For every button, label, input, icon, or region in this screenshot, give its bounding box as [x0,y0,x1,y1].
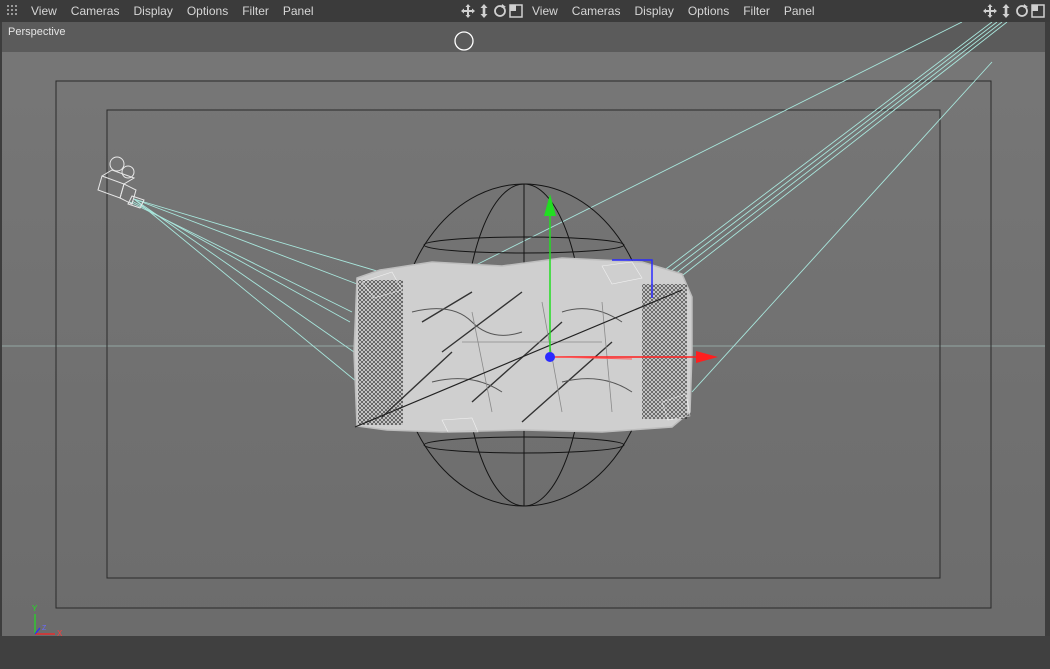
viewport-menubar-right: View Cameras Display Options Filter Pane… [525,0,1050,22]
view-nav-icons-right [982,3,1045,19]
view-cursor-circle [454,31,474,51]
view-nav-icons-left [460,3,523,19]
app-window: View Cameras Display Options Filter Pane… [0,0,1050,669]
menu-display[interactable]: Display [126,0,179,22]
menu-cameras-right[interactable]: Cameras [565,0,628,22]
maximize-view-icon[interactable] [508,3,523,19]
menu-filter-right[interactable]: Filter [736,0,777,22]
move-view-icon[interactable] [460,3,475,19]
menu-panel-right[interactable]: Panel [777,0,822,22]
rotate-view-icon[interactable] [1014,3,1029,19]
viewport-right-edge [1045,22,1050,636]
status-bar [0,636,1050,669]
menu-options-right[interactable]: Options [681,0,736,22]
menu-options[interactable]: Options [180,0,235,22]
rotate-view-icon[interactable] [492,3,507,19]
grip-icon[interactable] [6,4,20,18]
menu-display-right[interactable]: Display [627,0,680,22]
zoom-view-icon[interactable] [998,3,1013,19]
maximize-view-icon[interactable] [1030,3,1045,19]
menu-view-right[interactable]: View [525,0,565,22]
axis-gizmo: Y Z X [32,604,63,636]
menu-panel[interactable]: Panel [276,0,321,22]
cloth-text-mesh[interactable] [353,257,693,433]
scene-canvas[interactable]: Y Z X [2,22,1045,636]
move-view-icon[interactable] [982,3,997,19]
perspective-viewport[interactable]: Perspective Y Z X [2,22,1045,636]
menu-view[interactable]: View [24,0,64,22]
menu-cameras[interactable]: Cameras [64,0,127,22]
menu-filter[interactable]: Filter [235,0,276,22]
axis-y-label: Y [32,604,38,613]
axis-x-label: X [57,629,63,636]
axis-z-label: Z [42,625,47,632]
viewport-menubar-left: View Cameras Display Options Filter Pane… [0,0,525,22]
zoom-view-icon[interactable] [476,3,491,19]
